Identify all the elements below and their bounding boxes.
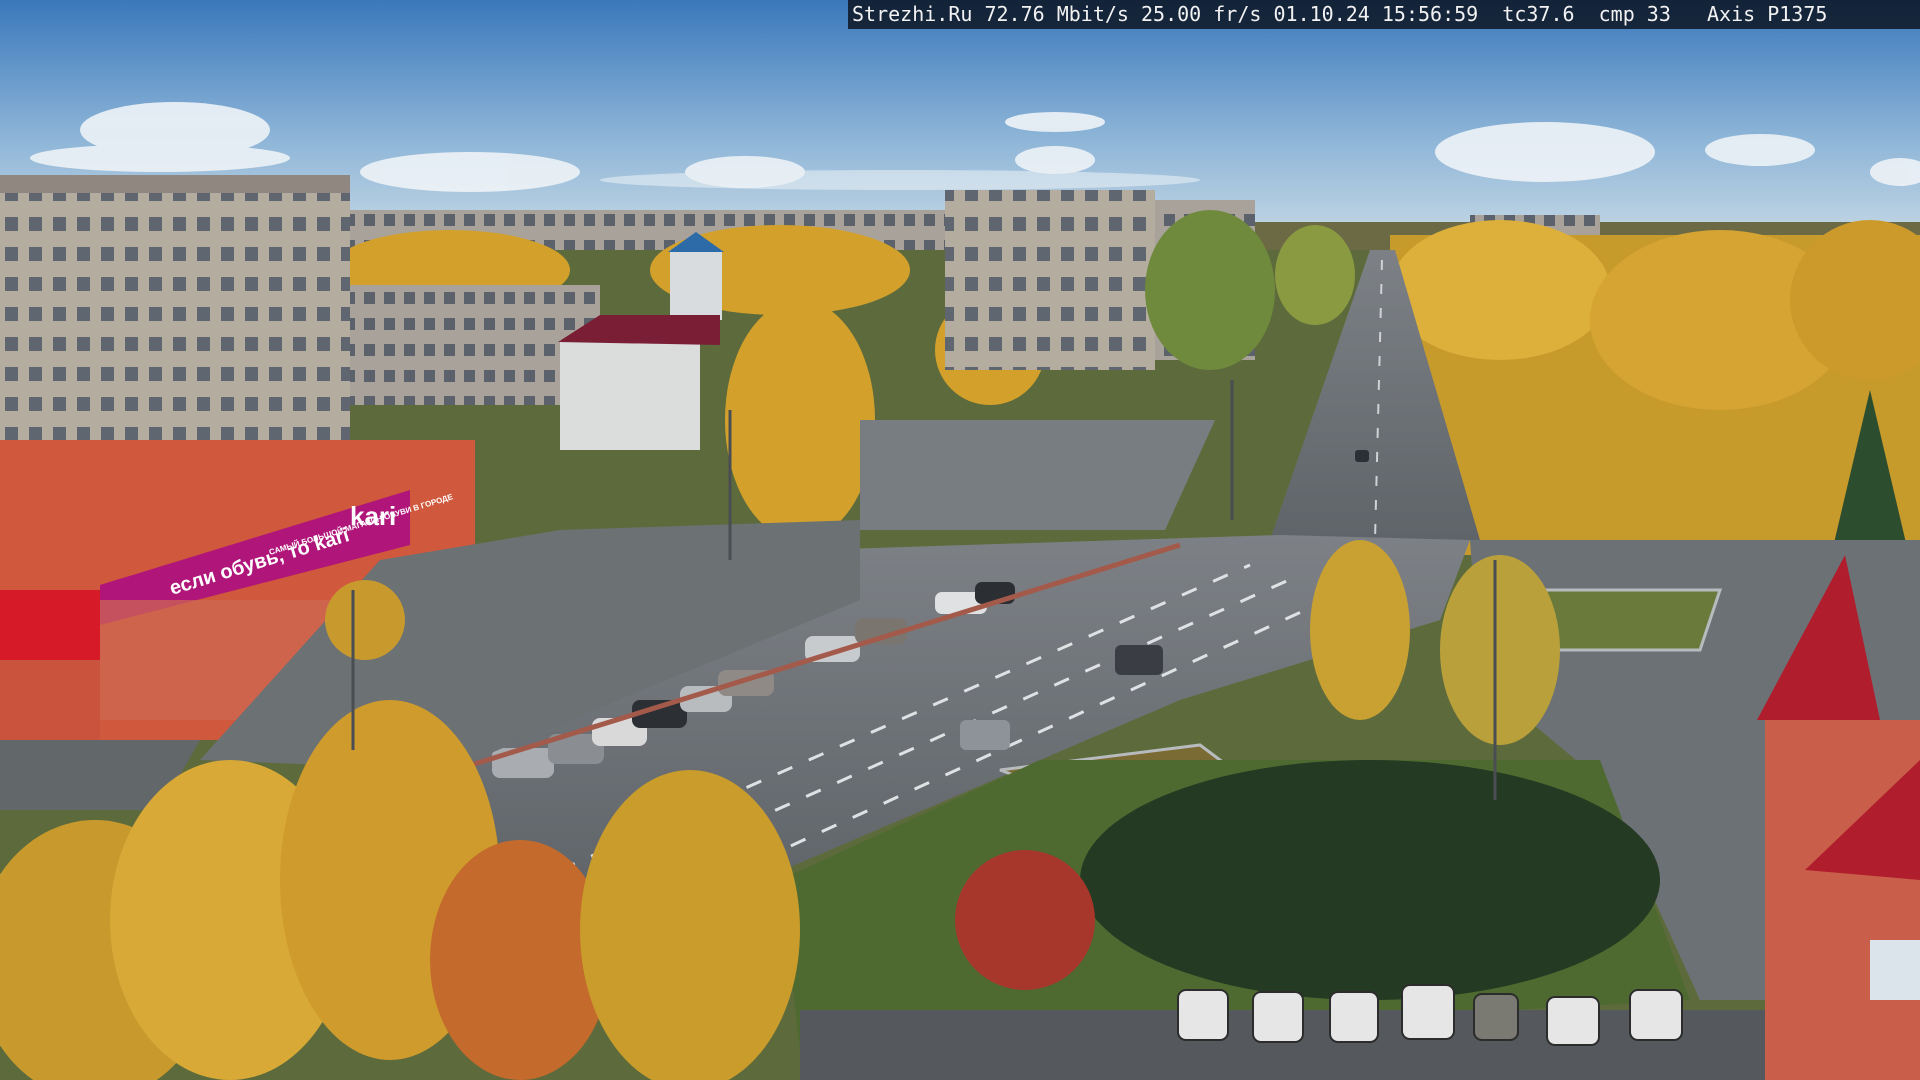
tower-building xyxy=(945,190,1155,370)
overlay-framerate: 25.00 fr/s xyxy=(1141,2,1262,26)
overlay-compression: cmp 33 xyxy=(1598,2,1671,26)
overlay-temperature: tc37.6 xyxy=(1502,2,1575,26)
overlay-bitrate: 72.76 Mbit/s xyxy=(984,2,1129,26)
overlay-site: Strezhi.Ru xyxy=(852,2,973,26)
overlay-date: 01.10.24 xyxy=(1273,2,1370,26)
overlay-camera-model: Axis P1375 xyxy=(1707,2,1828,26)
red-roof-building xyxy=(560,340,700,450)
red-bush xyxy=(955,850,1095,990)
camera-status-overlay: Strezhi.Ru 72.76 Mbit/s 25.00 fr/s 01.10… xyxy=(848,0,1920,29)
overlay-time: 15:56:59 xyxy=(1381,2,1479,26)
city-webcam-scene: kari если обувь, то kari САМЫЙ БОЛЬШОЙ М… xyxy=(0,0,1920,1080)
central-square xyxy=(860,420,1215,530)
dark-shrubs xyxy=(1080,760,1660,1000)
blue-roof-tower xyxy=(670,250,722,320)
